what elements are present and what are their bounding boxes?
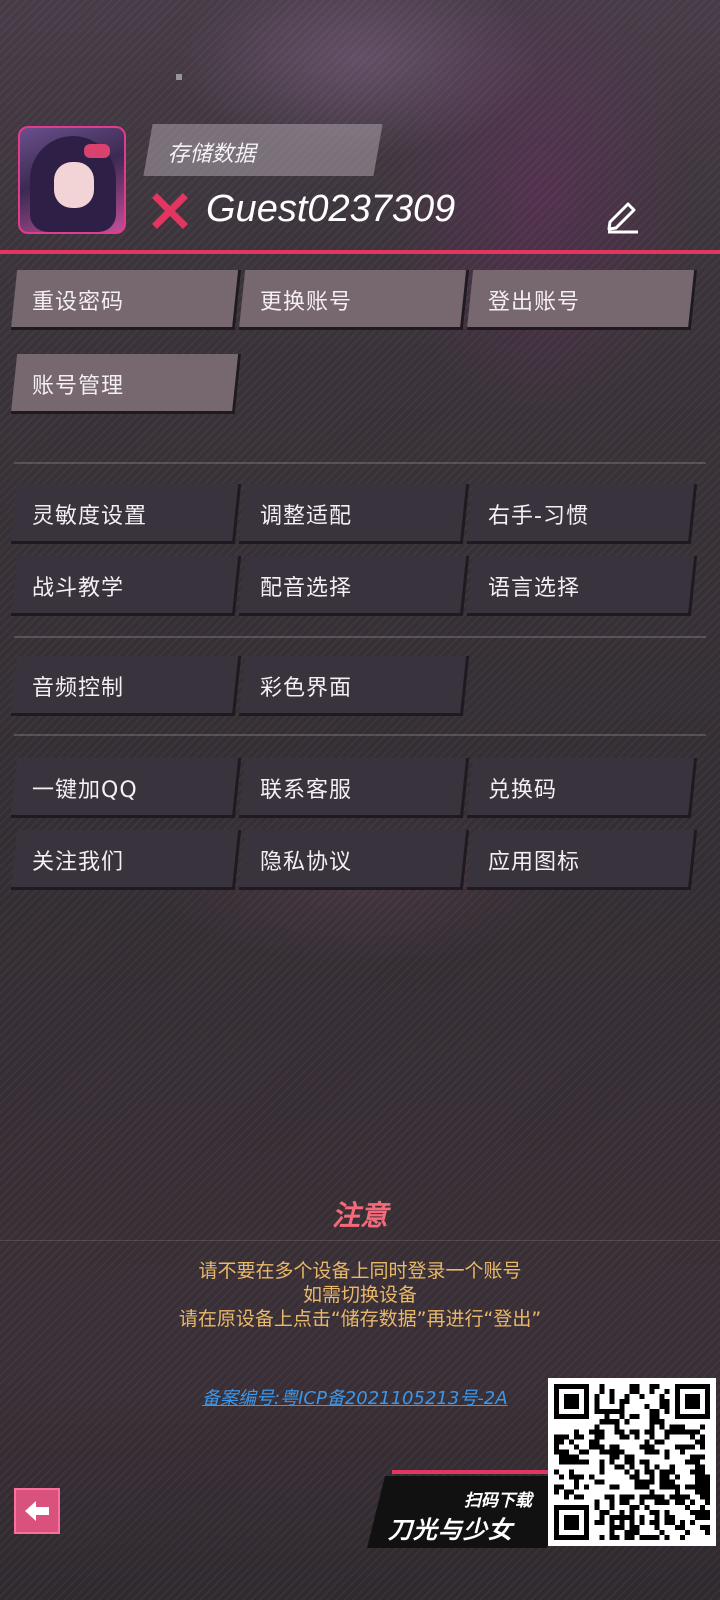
section-divider	[14, 462, 706, 464]
button-label: 彩色界面	[260, 676, 353, 701]
qr-code-pattern	[554, 1384, 710, 1540]
adjust-fit-button[interactable]: 调整适配	[238, 484, 470, 544]
sensitivity-settings-button[interactable]: 灵敏度设置	[10, 484, 242, 544]
button-label: 更换账号	[260, 290, 353, 315]
contact-support-button[interactable]: 联系客服	[238, 758, 470, 818]
player-avatar[interactable]	[18, 126, 126, 234]
button-label: 隐私协议	[260, 850, 353, 875]
notice-title: 注意	[331, 1199, 388, 1232]
edit-pencil-icon[interactable]	[604, 196, 642, 234]
audio-control-button[interactable]: 音频控制	[10, 656, 242, 716]
button-label: 战斗教学	[32, 576, 125, 601]
button-label: 灵敏度设置	[32, 504, 148, 529]
button-label: 语言选择	[488, 576, 581, 601]
notice-line: 如需切换设备	[302, 1284, 417, 1306]
button-label: 重设密码	[32, 290, 125, 315]
privacy-policy-button[interactable]: 隐私协议	[238, 830, 470, 890]
notice-line: 请不要在多个设备上同时登录一个账号	[198, 1260, 522, 1282]
combat-tutorial-button[interactable]: 战斗教学	[10, 556, 242, 616]
back-arrow-icon	[25, 1501, 49, 1521]
voice-selection-button[interactable]: 配音选择	[238, 556, 470, 616]
scan-download-label: 扫码下载	[464, 1491, 532, 1511]
button-label: 右手-习惯	[488, 504, 589, 529]
unbound-x-icon	[152, 193, 188, 229]
button-label: 账号管理	[32, 374, 125, 399]
avatar-bow	[84, 144, 110, 158]
right-hand-habit-button[interactable]: 右手-习惯	[466, 484, 698, 544]
notice-line: 请在原设备上点击“储存数据”再进行“登出”	[178, 1308, 542, 1330]
avatar-face	[54, 162, 94, 208]
language-selection-button[interactable]: 语言选择	[466, 556, 698, 616]
button-label: 关注我们	[32, 850, 125, 875]
button-label: 兑换码	[488, 778, 558, 803]
button-label: 一键加QQ	[32, 778, 138, 803]
follow-us-button[interactable]: 关注我们	[10, 830, 242, 890]
switch-account-button[interactable]: 更换账号	[238, 270, 470, 330]
app-icon-button[interactable]: 应用图标	[466, 830, 698, 890]
username-text: Guest0237309	[206, 188, 456, 230]
save-data-button[interactable]: 存储数据	[143, 124, 383, 176]
button-label: 应用图标	[488, 850, 581, 875]
color-ui-button[interactable]: 彩色界面	[238, 656, 470, 716]
button-label: 配音选择	[260, 576, 353, 601]
download-qr-code[interactable]	[548, 1378, 716, 1546]
section-divider	[14, 734, 706, 736]
join-qq-button[interactable]: 一键加QQ	[10, 758, 242, 818]
icp-record-link[interactable]: 备案编号:粤ICP备2021105213号-2A	[202, 1384, 508, 1410]
game-title-logo: 刀光与少女	[388, 1516, 513, 1544]
button-label: 登出账号	[488, 290, 581, 315]
notice-divider	[0, 1240, 720, 1241]
button-label: 联系客服	[260, 778, 353, 803]
background-speck	[176, 74, 182, 80]
download-banner: 扫码下载 刀光与少女	[367, 1470, 565, 1548]
button-label: 音频控制	[32, 676, 125, 701]
button-label: 调整适配	[260, 504, 353, 529]
section-divider	[14, 636, 706, 638]
header-accent-line	[0, 250, 720, 254]
reset-password-button[interactable]: 重设密码	[10, 270, 242, 330]
account-management-button[interactable]: 账号管理	[10, 354, 242, 414]
back-button[interactable]	[14, 1488, 60, 1534]
banner-accent-line	[392, 1470, 562, 1474]
redeem-code-button[interactable]: 兑换码	[466, 758, 698, 818]
save-data-label: 存储数据	[167, 142, 256, 167]
logout-account-button[interactable]: 登出账号	[466, 270, 698, 330]
